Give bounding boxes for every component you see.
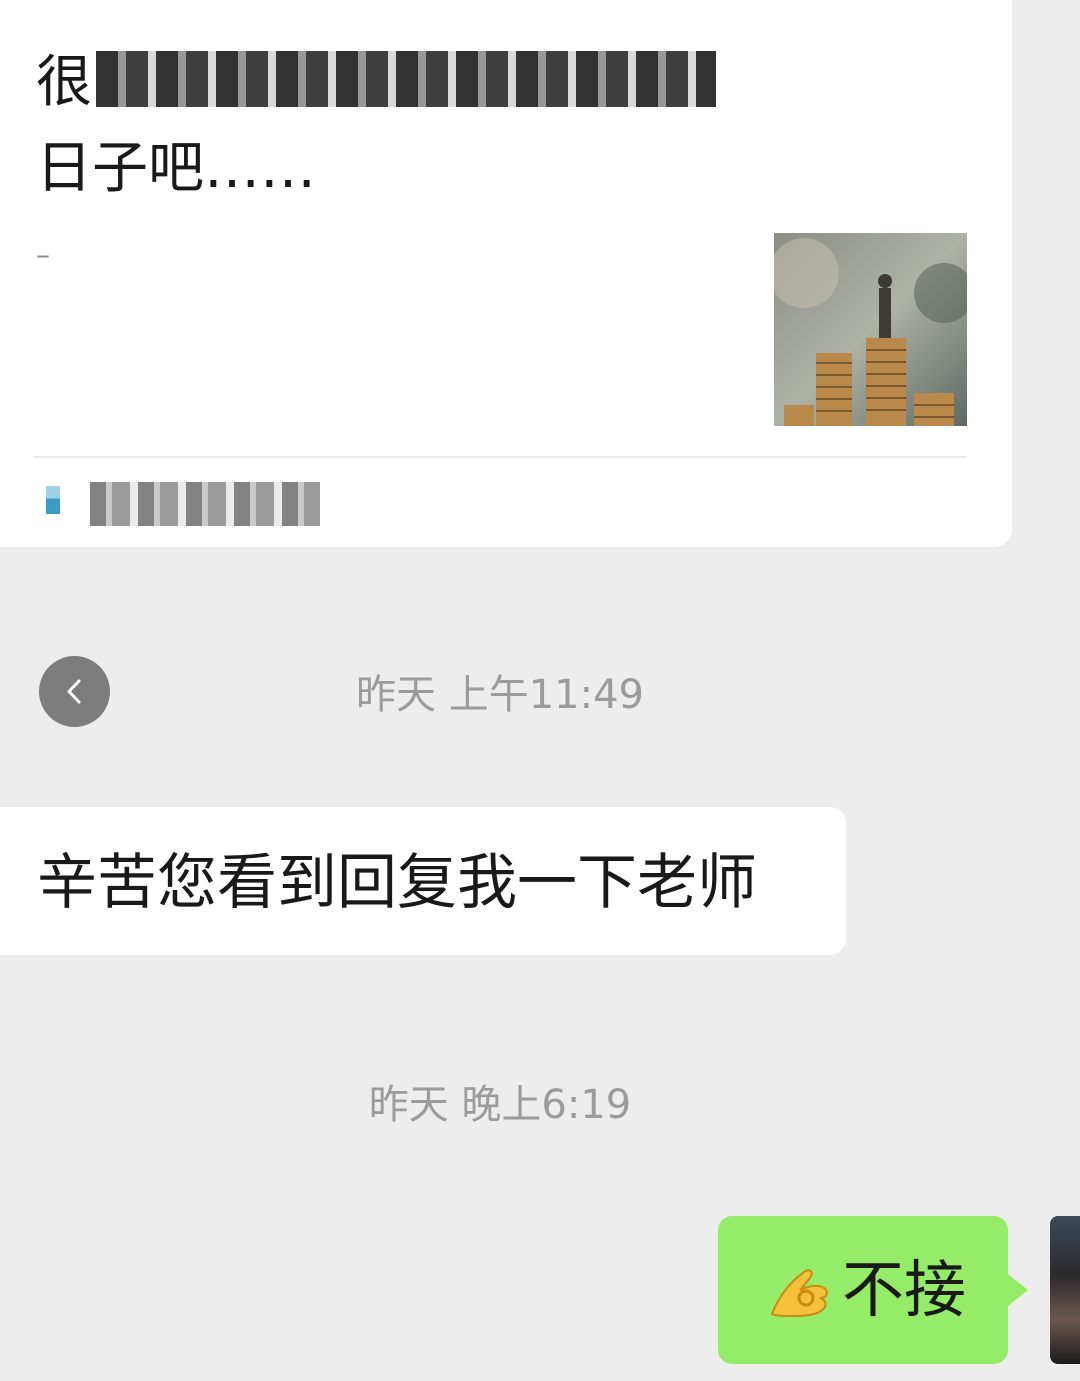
outgoing-message-bubble[interactable]: 不接 (718, 1216, 1028, 1364)
article-title-line-1: 很 (36, 40, 936, 126)
incoming-message-bubble[interactable]: 辛苦您看到回复我一下老师 (0, 807, 846, 955)
ok-hand-icon (770, 1269, 828, 1318)
outgoing-message-text: 不接 (842, 1253, 967, 1326)
article-thumbnail (774, 233, 967, 426)
article-digest: – (36, 238, 50, 271)
article-title-line-2: 日子吧…… (36, 136, 316, 201)
title-censor-mosaic (96, 51, 716, 107)
message-timestamp: 昨天 晚上6:19 (368, 1082, 632, 1128)
article-title: 很 日子吧…… (36, 40, 936, 212)
source-account-name (90, 482, 320, 526)
message-timestamp: 昨天 上午11:49 (356, 672, 644, 718)
source-account-icon (46, 486, 60, 514)
avatar[interactable] (1050, 1216, 1080, 1364)
shared-article-card[interactable]: 很 日子吧…… – (0, 0, 1012, 547)
outgoing-message-content: 不接 (764, 1254, 966, 1326)
article-divider (33, 456, 967, 458)
incoming-message-text: 辛苦您看到回复我一下老师 (37, 848, 757, 918)
